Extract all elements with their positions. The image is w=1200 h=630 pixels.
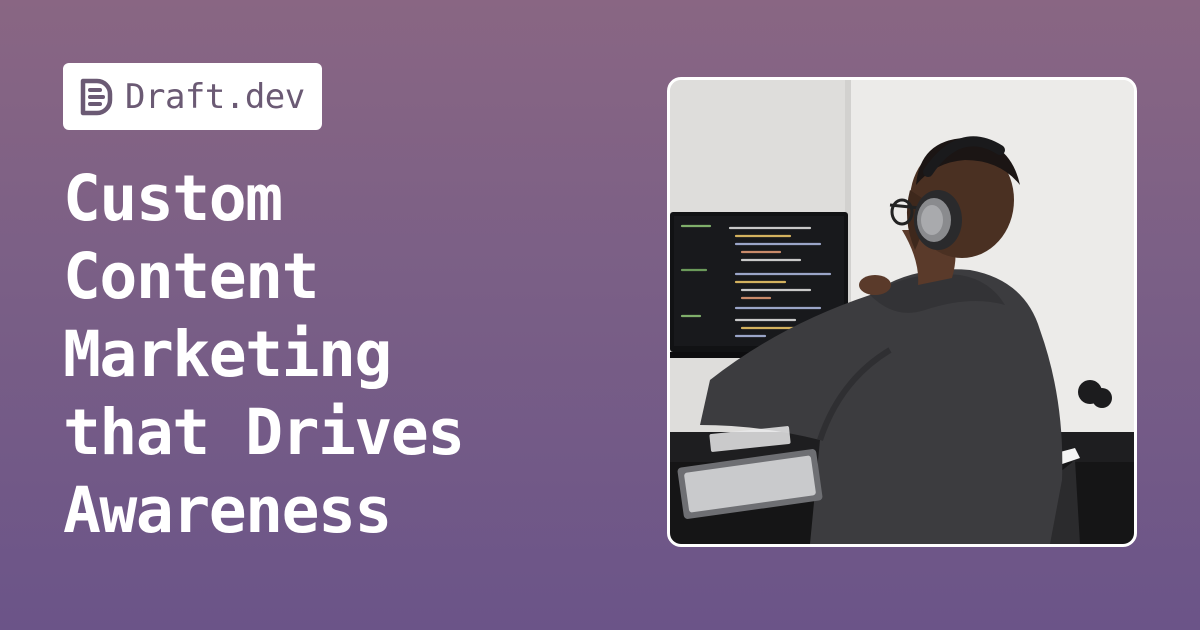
draft-document-icon [79,77,115,117]
developer-photo-illustration [670,80,1134,544]
headline-line: Custom [63,162,283,235]
hero-photo [667,77,1137,547]
headline-line: Marketing [63,318,392,391]
brand-logo-badge: Draft.dev [63,63,322,130]
headline-line: Awareness [63,474,392,547]
brand-name: Draft.dev [125,76,305,117]
headline: Custom Content Marketing that Drives Awa… [63,160,623,550]
headline-line: Content [63,240,320,313]
headline-line: that Drives [63,396,465,469]
